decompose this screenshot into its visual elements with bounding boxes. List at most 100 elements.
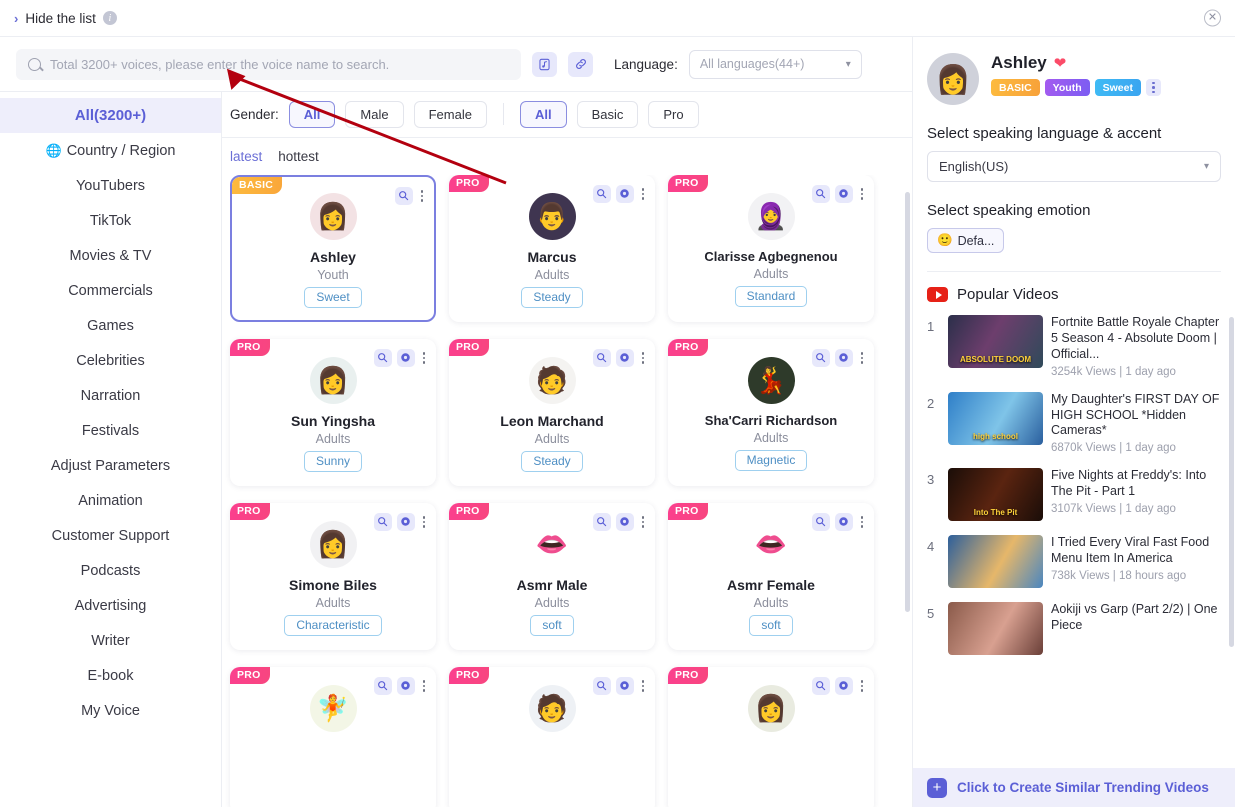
- sidebar-item-celebrities[interactable]: Celebrities: [0, 343, 221, 378]
- link-button[interactable]: [568, 51, 593, 77]
- more-options-icon[interactable]: [639, 680, 648, 692]
- more-options-icon[interactable]: [418, 190, 427, 202]
- settings-gear-icon[interactable]: [615, 184, 634, 203]
- sidebar-item-tiktok[interactable]: TikTok: [0, 203, 221, 238]
- sidebar-item-label: Writer: [91, 632, 130, 649]
- videos-scrollbar[interactable]: [1229, 317, 1234, 647]
- sidebar-item-festivals[interactable]: Festivals: [0, 413, 221, 448]
- more-options-icon[interactable]: [639, 516, 648, 528]
- more-options-icon[interactable]: [858, 352, 867, 364]
- preview-search-icon[interactable]: [592, 184, 611, 203]
- sidebar-item-commercials[interactable]: Commercials: [0, 273, 221, 308]
- settings-gear-icon[interactable]: [396, 676, 415, 695]
- hide-the-list-button[interactable]: › Hide the list i: [0, 11, 117, 26]
- more-options-icon[interactable]: [420, 352, 429, 364]
- more-options-icon[interactable]: [639, 188, 648, 200]
- sort-tab-hottest[interactable]: hottest: [278, 149, 319, 164]
- settings-gear-icon[interactable]: [834, 676, 853, 695]
- sidebar-item-animation[interactable]: Animation: [0, 483, 221, 518]
- voice-card[interactable]: PRO 👩 Simone Biles Adults Characteristic: [230, 502, 436, 650]
- preview-search-icon[interactable]: [592, 676, 611, 695]
- list-item[interactable]: 5 Aokiji vs Garp (Part 2/2) | One Piece: [927, 596, 1227, 663]
- settings-gear-icon[interactable]: [615, 348, 634, 367]
- sidebar-item-e-book[interactable]: E-book: [0, 658, 221, 693]
- voice-card[interactable]: PRO 👄 Asmr Female Adults soft: [668, 502, 874, 650]
- speaking-language-select[interactable]: English(US) ▾: [927, 151, 1221, 182]
- tier_options-option-basic[interactable]: Basic: [576, 100, 639, 128]
- more-options-icon[interactable]: [639, 352, 648, 364]
- sidebar-item-narration[interactable]: Narration: [0, 378, 221, 413]
- close-icon[interactable]: ✕: [1204, 9, 1221, 27]
- search-box[interactable]: [16, 48, 521, 80]
- library-body: All(3200+) 🌐 Country / Region YouTubers TikT…: [0, 92, 912, 807]
- more-options-icon[interactable]: [858, 516, 867, 528]
- emotion-chip-default[interactable]: 🙂 Defa...: [927, 228, 1005, 253]
- sidebar-item-movies-tv[interactable]: Movies & TV: [0, 238, 221, 273]
- preview-search-icon[interactable]: [811, 676, 830, 695]
- voice-style-badge: Magnetic: [734, 449, 808, 471]
- preview-search-icon[interactable]: [592, 512, 611, 531]
- list-item[interactable]: 2 high school My Daughter's FIRST DAY OF H…: [927, 386, 1227, 463]
- settings-gear-icon[interactable]: [834, 512, 853, 531]
- sidebar-item-adjust-parameters[interactable]: Adjust Parameters: [0, 448, 221, 483]
- sidebar-item-all-3200[interactable]: All(3200+): [0, 98, 221, 133]
- gender_options-option-male[interactable]: Male: [345, 100, 404, 128]
- sidebar-item-podcasts[interactable]: Podcasts: [0, 553, 221, 588]
- video-stats: 3254k Views | 1 day ago: [1051, 365, 1176, 378]
- search-input[interactable]: [50, 56, 509, 72]
- preview-search-icon[interactable]: [811, 348, 830, 367]
- profile-more-options-icon[interactable]: [1146, 79, 1161, 96]
- preview-search-icon[interactable]: [373, 348, 392, 367]
- list-item[interactable]: 3 Into The Pit Five Nights at Freddy's: In…: [927, 462, 1227, 529]
- settings-gear-icon[interactable]: [834, 184, 853, 203]
- grid-scrollbar[interactable]: [905, 192, 910, 612]
- sort-tab-latest[interactable]: latest: [230, 149, 262, 164]
- voice-card[interactable]: PRO 🧑: [449, 666, 655, 807]
- settings-gear-icon[interactable]: [396, 512, 415, 531]
- upload-audio-button[interactable]: [532, 51, 557, 77]
- gender_options-option-female[interactable]: Female: [413, 100, 487, 128]
- gender_options-option-all[interactable]: All: [288, 100, 336, 128]
- preview-search-icon[interactable]: [592, 348, 611, 367]
- more-options-icon[interactable]: [858, 680, 867, 692]
- voice-card[interactable]: PRO 💃 Sha'Carri Richardson Adults Magnetic: [668, 338, 874, 486]
- voice-card[interactable]: PRO 🧕 Clarisse Agbegnenou Adults Standard: [668, 174, 874, 322]
- tier_options-option-all[interactable]: All: [519, 100, 567, 128]
- voice-card[interactable]: PRO 👄 Asmr Male Adults soft: [449, 502, 655, 650]
- more-options-icon[interactable]: [420, 516, 429, 528]
- sidebar-item-country-region[interactable]: 🌐 Country / Region: [0, 133, 221, 168]
- preview-search-icon[interactable]: [373, 676, 392, 695]
- more-options-icon[interactable]: [858, 188, 867, 200]
- tier_options-option-pro[interactable]: Pro: [648, 100, 699, 128]
- preview-search-icon[interactable]: [811, 512, 830, 531]
- favorite-heart-icon[interactable]: ❤: [1054, 54, 1067, 72]
- voice-card[interactable]: PRO 🧑 Leon Marchand Adults Steady: [449, 338, 655, 486]
- preview-search-icon[interactable]: [811, 184, 830, 203]
- create-similar-videos-button[interactable]: + Click to Create Similar Trending Video…: [913, 768, 1235, 807]
- sidebar-item-advertising[interactable]: Advertising: [0, 588, 221, 623]
- sidebar-item-youtubers[interactable]: YouTubers: [0, 168, 221, 203]
- list-item[interactable]: 4 I Tried Every Viral Fast Food Menu Item…: [927, 529, 1227, 596]
- settings-gear-icon[interactable]: [615, 512, 634, 531]
- sidebar-item-games[interactable]: Games: [0, 308, 221, 343]
- preview-search-icon[interactable]: [394, 186, 413, 205]
- voice-card[interactable]: PRO 🧚: [230, 666, 436, 807]
- voice-card[interactable]: BASIC 👩 Ashley Youth Sweet: [230, 174, 436, 322]
- video-rank: 5: [927, 606, 935, 622]
- more-options-icon[interactable]: [420, 680, 429, 692]
- settings-gear-icon[interactable]: [834, 348, 853, 367]
- voice-card[interactable]: PRO 👨 Marcus Adults Steady: [449, 174, 655, 322]
- sidebar-item-my-voice[interactable]: My Voice: [0, 693, 221, 728]
- status-badge: PRO: [668, 502, 708, 520]
- preview-search-icon[interactable]: [373, 512, 392, 531]
- voice-card[interactable]: PRO 👩: [668, 666, 874, 807]
- settings-gear-icon[interactable]: [396, 348, 415, 367]
- settings-gear-icon[interactable]: [615, 676, 634, 695]
- voice-card[interactable]: PRO 👩 Sun Yingsha Adults Sunny: [230, 338, 436, 486]
- language-select[interactable]: All languages(44+) ▾: [688, 49, 862, 79]
- sidebar-item-customer-support[interactable]: Customer Support: [0, 518, 221, 553]
- video-stats: 6870k Views | 1 day ago: [1051, 442, 1176, 455]
- info-icon[interactable]: i: [102, 11, 117, 25]
- sidebar-item-writer[interactable]: Writer: [0, 623, 221, 658]
- list-item[interactable]: 1 ABSOLUTE DOOM Fortnite Battle Royale Cha…: [927, 309, 1227, 386]
